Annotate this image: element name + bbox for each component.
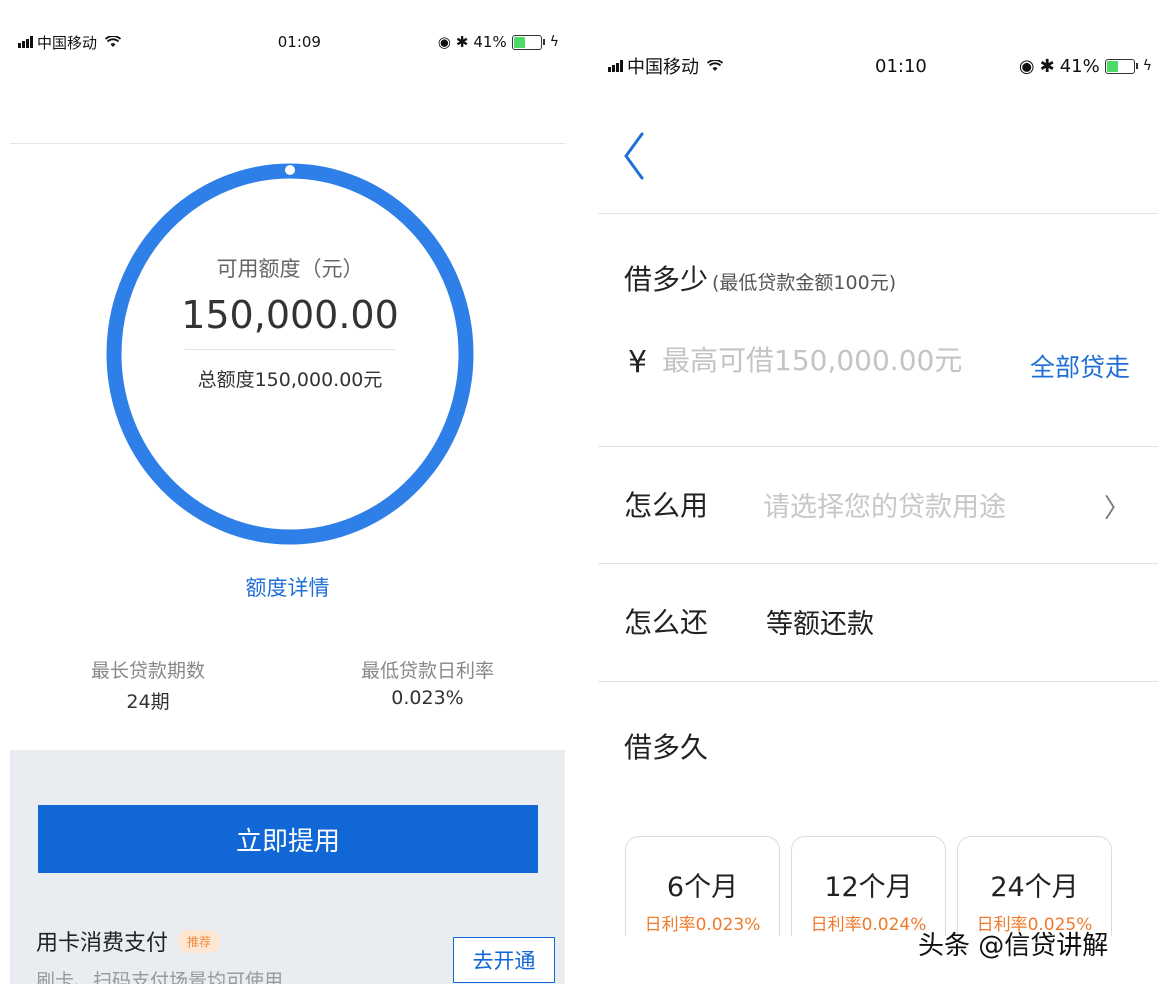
available-quota-value: 150,000.00 [181,293,399,337]
borrow-amount-row: 借多少 (最低贷款金额100元) [624,258,896,298]
term-option-rate: 日利率0.023% [644,915,761,935]
quota-divider [185,349,395,350]
min-rate-value: 0.023% [391,687,464,709]
max-term-label: 最长贷款期数 [90,660,205,682]
carrier-name: 中国移动 [37,33,98,52]
bluetooth-icon: ✱ [1039,55,1055,77]
chevron-right-icon[interactable]: 〉 [1104,488,1130,525]
battery-icon [511,34,545,50]
repay-label: 怎么还 [624,606,709,639]
carrier: 中国移动 [608,53,723,79]
wifi-icon [105,36,122,47]
max-term-value: 24期 [126,691,170,713]
quota-detail-link[interactable]: 额度详情 [10,572,565,602]
charging-icon: ϟ [549,34,559,50]
carrier: 中国移动 [18,32,122,53]
status-bar: 中国移动 01:09 ◉ ✱ 41% ϟ [10,30,565,54]
credit-overview-screen: 中国移动 01:09 ◉ ✱ 41% ϟ 可用额度（元） 150,000.00 … [10,0,565,984]
activate-button[interactable]: 去开通 [453,937,555,983]
card-payment-subtitle: 刷卡、扫码支付场景均可使用 [36,970,284,984]
status-right: ◉ ✱ 41% ϟ [1019,56,1152,77]
header-divider [10,143,565,144]
battery-percent: 41% [1059,55,1100,77]
battery-percent: 41% [473,33,507,51]
charging-icon: ϟ [1142,58,1152,74]
carrier-name: 中国移动 [627,57,699,78]
header-divider [598,213,1158,214]
back-arrow-icon[interactable] [620,128,650,184]
total-quota: 总额度150,000.00元 [197,369,383,391]
bluetooth-icon: ✱ [455,33,469,51]
term-option-label: 6个月 [666,872,739,903]
orientation-lock-icon: ◉ [1018,55,1035,77]
signal-icon [18,36,33,48]
clock: 01:10 [875,55,927,77]
battery-icon [1104,58,1138,74]
min-rate-stat: 最低贷款日利率 0.023% [340,656,515,709]
signal-icon [608,60,623,72]
quota-panel: 可用额度（元） 150,000.00 总额度150,000.00元 [105,158,475,548]
watermark: 头条 @信贷讲解 [918,931,1109,961]
borrow-amount-label: 借多少 [624,263,709,296]
recommend-badge: 推荐 [178,929,221,953]
borrow-all-link[interactable]: 全部贷走 [1030,348,1130,384]
available-quota-label: 可用额度（元） [216,257,364,281]
status-right: ◉ ✱ 41% ϟ [438,33,559,51]
amount-input[interactable] [662,344,1022,377]
divider [598,681,1158,682]
status-bar: 中国移动 01:10 ◉ ✱ 41% ϟ [598,52,1158,80]
usage-label: 怎么用 [624,489,709,522]
borrow-form-screen: 中国移动 01:10 ◉ ✱ 41% ϟ 借多少(最低贷款金额100元) ¥ 全… [598,0,1158,984]
card-payment-title: 用卡消费支付 推荐 [36,925,221,957]
divider [598,446,1158,447]
term-option-label: 12个月 [824,872,913,903]
divider [598,563,1158,564]
term-option-label: 24个月 [990,872,1079,903]
term-label: 借多久 [624,731,709,764]
card-payment-label: 用卡消费支付 [36,931,169,956]
min-amount-hint: (最低贷款金额100元) [712,272,897,294]
orientation-lock-icon: ◉ [437,33,451,51]
currency-symbol: ¥ [628,345,648,380]
wifi-icon [707,60,723,71]
usage-select[interactable]: 请选择您的贷款用途 [763,485,1006,524]
max-term-stat: 最长贷款期数 24期 [78,656,218,714]
repay-method-value[interactable]: 等额还款 [766,602,874,641]
clock: 01:09 [277,33,321,51]
min-rate-label: 最低贷款日利率 [360,660,494,682]
withdraw-now-button[interactable]: 立即提用 [38,805,538,873]
